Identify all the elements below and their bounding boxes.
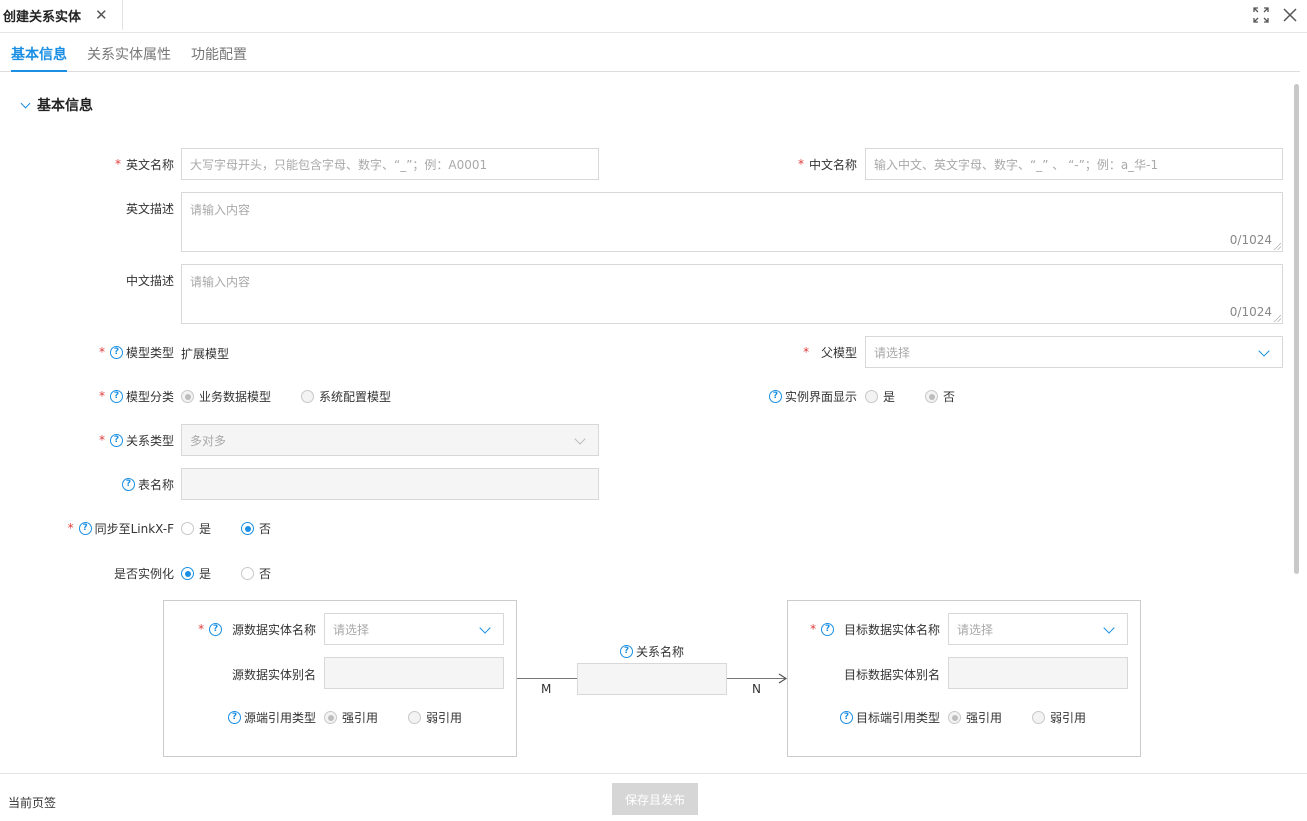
instance-ui-label: ? 实例界面显示 bbox=[740, 388, 857, 404]
resize-handle-icon[interactable] bbox=[1274, 315, 1281, 322]
radio-dot[interactable] bbox=[865, 390, 878, 403]
help-icon[interactable]: ? bbox=[109, 345, 123, 359]
radio-dot[interactable] bbox=[1032, 711, 1045, 724]
chevron-down-icon bbox=[20, 98, 31, 108]
radio-dot[interactable] bbox=[948, 711, 961, 724]
radio-dot[interactable] bbox=[241, 567, 254, 580]
radio-sync-yes[interactable]: 是 bbox=[181, 520, 211, 537]
active-tab-indicator bbox=[11, 70, 67, 72]
relation-type-select[interactable]: 多对多 bbox=[181, 424, 599, 456]
relation-name-input[interactable] bbox=[577, 663, 727, 695]
target-ref-label: ? 目标端引用类型 bbox=[792, 709, 940, 725]
window-title-tab[interactable]: 创建关系实体 ✕ bbox=[0, 0, 123, 30]
model-category-label: *? 模型分类 bbox=[98, 389, 174, 404]
chevron-down-icon bbox=[574, 433, 586, 445]
cn-desc-textarea[interactable]: 请输入内容 0/1024 bbox=[181, 264, 1283, 324]
source-alias-input[interactable] bbox=[324, 657, 504, 689]
connector-left-line bbox=[517, 678, 577, 679]
help-icon[interactable]: ? bbox=[768, 389, 782, 403]
model-type-label: *? 模型类型 bbox=[98, 345, 174, 360]
radio-dot[interactable] bbox=[925, 390, 938, 403]
target-alias-label: 目标数据实体别名 bbox=[843, 667, 940, 682]
save-publish-button[interactable]: 保存且发布 bbox=[612, 783, 698, 815]
window-title: 创建关系实体 bbox=[3, 9, 82, 25]
sync-linkx-label: *? 同步至LinkX-F bbox=[67, 521, 174, 536]
radio-instance-ui-yes[interactable]: 是 bbox=[865, 388, 895, 405]
tab-close-icon[interactable]: ✕ bbox=[95, 6, 108, 24]
help-icon[interactable]: ? bbox=[227, 710, 241, 724]
maximize-icon[interactable] bbox=[1251, 5, 1271, 25]
help-icon[interactable]: ? bbox=[839, 710, 853, 724]
chevron-down-icon bbox=[1103, 622, 1115, 634]
help-icon[interactable]: ? bbox=[121, 477, 135, 491]
help-icon[interactable]: ? bbox=[109, 389, 123, 403]
instantiate-label: 是否实例化 bbox=[113, 566, 174, 581]
en-name-label: * 英文名称 bbox=[114, 157, 174, 172]
en-name-input[interactable]: 大写字母开头，只能包含字母、数字、“_”；例：A0001 bbox=[181, 148, 599, 180]
en-desc-counter: 0/1024 bbox=[1229, 233, 1272, 247]
tab-relation-attrs[interactable]: 关系实体属性 bbox=[87, 44, 171, 64]
cn-name-input[interactable]: 输入中文、英文字母、数字、“_” 、 “-”；例：a_华-1 bbox=[865, 148, 1283, 180]
radio-target-strong-ref[interactable]: 强引用 bbox=[948, 709, 1002, 726]
radio-dot[interactable] bbox=[181, 390, 194, 403]
radio-sync-no[interactable]: 否 bbox=[241, 520, 271, 537]
source-alias-label: 源数据实体别名 bbox=[231, 667, 316, 682]
tab-bar: 基本信息 关系实体属性 功能配置 bbox=[0, 38, 1300, 72]
radio-dot[interactable] bbox=[241, 522, 254, 535]
resize-handle-icon[interactable] bbox=[1274, 243, 1281, 250]
help-icon[interactable]: ? bbox=[619, 644, 633, 658]
en-desc-textarea[interactable]: 请输入内容 0/1024 bbox=[181, 192, 1283, 252]
tab-function-config[interactable]: 功能配置 bbox=[191, 44, 247, 64]
current-tab-label: 当前页签 bbox=[8, 796, 57, 810]
en-desc-label: 英文描述 bbox=[125, 201, 174, 216]
table-name-input[interactable] bbox=[181, 468, 599, 500]
tab-basic-info[interactable]: 基本信息 bbox=[11, 44, 67, 64]
table-name-label: ? 表名称 bbox=[60, 476, 174, 492]
radio-system-config-model[interactable]: 系统配置模型 bbox=[301, 388, 391, 405]
relation-type-label: *? 关系类型 bbox=[98, 433, 174, 448]
source-name-label: *? 源数据实体名称 bbox=[198, 622, 316, 637]
relation-name-label: ? 关系名称 bbox=[600, 643, 704, 659]
close-icon[interactable] bbox=[1280, 5, 1300, 25]
radio-source-weak-ref[interactable]: 弱引用 bbox=[408, 709, 462, 726]
cardinality-n: N bbox=[752, 682, 761, 696]
help-icon[interactable]: ? bbox=[109, 433, 123, 447]
radio-dot[interactable] bbox=[181, 567, 194, 580]
section-title: 基本信息 bbox=[37, 98, 93, 114]
cn-desc-label: 中文描述 bbox=[125, 273, 174, 288]
section-header[interactable]: 基本信息 bbox=[20, 95, 93, 115]
cn-name-label: * 中文名称 bbox=[797, 157, 857, 172]
chevron-down-icon bbox=[1258, 345, 1270, 357]
cardinality-m: M bbox=[541, 682, 552, 696]
parent-model-select[interactable]: 请选择 bbox=[865, 336, 1283, 368]
radio-dot[interactable] bbox=[181, 522, 194, 535]
source-name-select[interactable]: 请选择 bbox=[324, 613, 504, 645]
radio-dot[interactable] bbox=[408, 711, 421, 724]
chevron-down-icon bbox=[479, 622, 491, 634]
target-name-label: *? 目标数据实体名称 bbox=[810, 622, 940, 637]
radio-dot[interactable] bbox=[324, 711, 337, 724]
radio-target-weak-ref[interactable]: 弱引用 bbox=[1032, 709, 1086, 726]
cn-desc-counter: 0/1024 bbox=[1229, 305, 1272, 319]
model-type-value: 扩展模型 bbox=[181, 347, 230, 361]
radio-source-strong-ref[interactable]: 强引用 bbox=[324, 709, 378, 726]
help-icon[interactable]: ? bbox=[78, 521, 92, 535]
radio-business-model[interactable]: 业务数据模型 bbox=[181, 388, 271, 405]
help-icon[interactable]: ? bbox=[209, 622, 223, 636]
radio-instance-ui-no[interactable]: 否 bbox=[925, 388, 955, 405]
target-name-select[interactable]: 请选择 bbox=[948, 613, 1128, 645]
radio-instantiate-no[interactable]: 否 bbox=[241, 565, 271, 582]
title-divider bbox=[0, 32, 1307, 33]
vertical-scrollbar[interactable] bbox=[1294, 84, 1299, 574]
parent-model-label: * 父模型 bbox=[803, 345, 857, 360]
source-ref-label: ? 源端引用类型 bbox=[170, 709, 316, 725]
radio-instantiate-yes[interactable]: 是 bbox=[181, 565, 211, 582]
target-alias-input[interactable] bbox=[948, 657, 1128, 689]
help-icon[interactable]: ? bbox=[821, 622, 835, 636]
radio-dot[interactable] bbox=[301, 390, 314, 403]
